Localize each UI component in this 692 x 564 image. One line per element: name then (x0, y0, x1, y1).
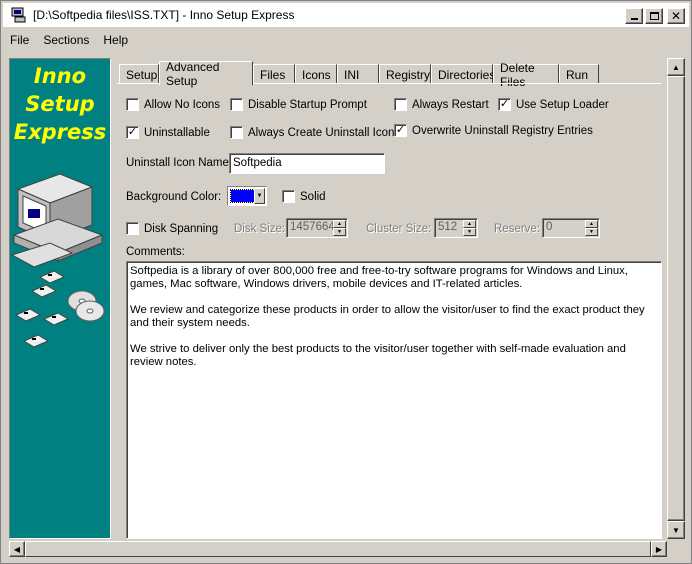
checkbox-box[interactable]: ✓ (126, 126, 139, 139)
checkbox-box[interactable] (126, 98, 139, 111)
checkbox-box[interactable] (282, 190, 295, 203)
close-button[interactable]: ✕ (667, 8, 685, 24)
spin-up-icon[interactable]: ▲ (463, 220, 476, 228)
checkbox-box[interactable]: ✓ (394, 124, 407, 137)
tab-registry[interactable]: Registry (379, 64, 431, 84)
tab-ini[interactable]: INI (337, 64, 379, 84)
comments-label: Comments: (126, 246, 185, 258)
spin-down-icon[interactable]: ▼ (333, 228, 346, 236)
tab-delete-files[interactable]: Delete Files (493, 61, 559, 89)
allow-no-icons-checkbox[interactable]: Allow No Icons (126, 98, 220, 111)
reserve-label: Reserve: (494, 223, 541, 235)
cluster-size-value: 512 (438, 221, 458, 233)
minimize-icon (630, 18, 638, 20)
tab-run[interactable]: Run (559, 64, 599, 84)
tab-files[interactable]: Files (253, 64, 295, 84)
comment-paragraph: We review and categorize these products … (130, 304, 645, 329)
tab-strip: Setup Advanced Setup Files Icons INI Reg… (119, 60, 599, 89)
scroll-thumb[interactable] (667, 76, 685, 521)
uninstall-icon-name-label: Uninstall Icon Name: (126, 157, 233, 169)
tab-directories[interactable]: Directories (431, 64, 495, 84)
checkbox-label: Always Create Uninstall Icon (248, 126, 395, 139)
checkbox-label: Use Setup Loader (516, 98, 609, 111)
uninstallable-checkbox[interactable]: ✓ Uninstallable (126, 126, 210, 139)
use-setup-loader-checkbox[interactable]: ✓ Use Setup Loader (498, 98, 609, 111)
uninstall-icon-name-input[interactable]: Softpedia (229, 153, 385, 174)
overwrite-uninstall-registry-checkbox[interactable]: ✓ Overwrite Uninstall Registry Entries (394, 124, 593, 137)
reserve-value: 0 (546, 221, 553, 233)
checkbox-box[interactable] (126, 222, 139, 235)
maximize-button[interactable] (645, 8, 663, 24)
always-restart-checkbox[interactable]: Always Restart (394, 98, 489, 111)
scroll-left-icon[interactable]: ◀ (9, 541, 25, 557)
always-create-uninstall-icon-checkbox[interactable]: Always Create Uninstall Icon (230, 126, 394, 139)
comments-textarea[interactable]: Softpedia is a library of over 800,000 f… (126, 261, 662, 539)
spin-up-icon[interactable]: ▲ (585, 220, 598, 228)
tab-setup[interactable]: Setup (119, 64, 159, 84)
app-icon[interactable] (11, 7, 27, 23)
vertical-scrollbar[interactable]: ▲ ▼ (667, 58, 685, 539)
menu-file[interactable]: File (3, 33, 36, 47)
comment-paragraph: Softpedia is a library of over 800,000 f… (130, 265, 628, 290)
computer-disks-illustration (10, 173, 105, 348)
checkbox-label: Always Restart (412, 98, 489, 111)
checkbox-box[interactable] (394, 98, 407, 111)
menu-bar: File Sections Help (3, 29, 135, 51)
cluster-size-spinner[interactable]: 512 ▲ ▼ (434, 218, 478, 238)
app-window: [D:\Softpedia files\ISS.TXT] - Inno Setu… (0, 0, 692, 564)
color-swatch (230, 189, 255, 203)
menu-sections[interactable]: Sections (36, 33, 96, 47)
disk-size-label: Disk Size: (234, 223, 286, 235)
checkbox-box[interactable] (230, 98, 243, 111)
horizontal-scroll-thumb[interactable] (25, 541, 651, 557)
checkbox-box[interactable]: ✓ (498, 98, 511, 111)
tab-icons[interactable]: Icons (295, 64, 337, 84)
checkbox-label: Allow No Icons (144, 98, 221, 111)
comment-paragraph: We strive to deliver only the best produ… (130, 343, 626, 368)
checkbox-label: Disk Spanning (144, 222, 219, 235)
spin-down-icon[interactable]: ▼ (463, 228, 476, 236)
solid-checkbox[interactable]: Solid (282, 190, 326, 203)
checkbox-label: Uninstallable (144, 126, 210, 139)
window-title: [D:\Softpedia files\ISS.TXT] - Inno Setu… (33, 8, 295, 22)
background-color-picker[interactable]: ▼ (227, 186, 267, 206)
checkbox-box[interactable] (230, 126, 243, 139)
close-icon: ✕ (670, 9, 682, 23)
checkbox-label: Overwrite Uninstall Registry Entries (412, 124, 593, 137)
horizontal-scrollbar[interactable]: ◀ ▶ (9, 541, 667, 557)
title-bar: [D:\Softpedia files\ISS.TXT] - Inno Setu… (3, 3, 689, 27)
cluster-size-label: Cluster Size: (366, 223, 432, 235)
scroll-right-icon[interactable]: ▶ (651, 541, 667, 557)
spin-down-icon[interactable]: ▼ (585, 228, 598, 236)
checkbox-label: Solid (300, 190, 326, 203)
disk-size-value: 1457664 (290, 221, 335, 233)
checkbox-label: Disable Startup Prompt (248, 98, 367, 111)
scroll-up-icon[interactable]: ▲ (667, 58, 685, 76)
menu-help[interactable]: Help (96, 33, 135, 47)
disable-startup-prompt-checkbox[interactable]: Disable Startup Prompt (230, 98, 367, 111)
scroll-down-icon[interactable]: ▼ (667, 521, 685, 539)
background-color-label: Background Color: (126, 191, 222, 203)
side-banner: Inno Setup Express (9, 58, 111, 539)
disk-spanning-checkbox[interactable]: Disk Spanning (126, 222, 218, 235)
spin-up-icon[interactable]: ▲ (333, 220, 346, 228)
maximize-icon (649, 12, 659, 20)
dropdown-arrow-icon[interactable]: ▼ (254, 188, 265, 204)
reserve-spinner[interactable]: 0 ▲ ▼ (542, 218, 600, 238)
tab-advanced-setup[interactable]: Advanced Setup (159, 60, 253, 88)
disk-size-spinner[interactable]: 1457664 ▲ ▼ (286, 218, 348, 238)
minimize-button[interactable] (625, 8, 643, 24)
banner-logo: Inno Setup Express (13, 64, 107, 144)
